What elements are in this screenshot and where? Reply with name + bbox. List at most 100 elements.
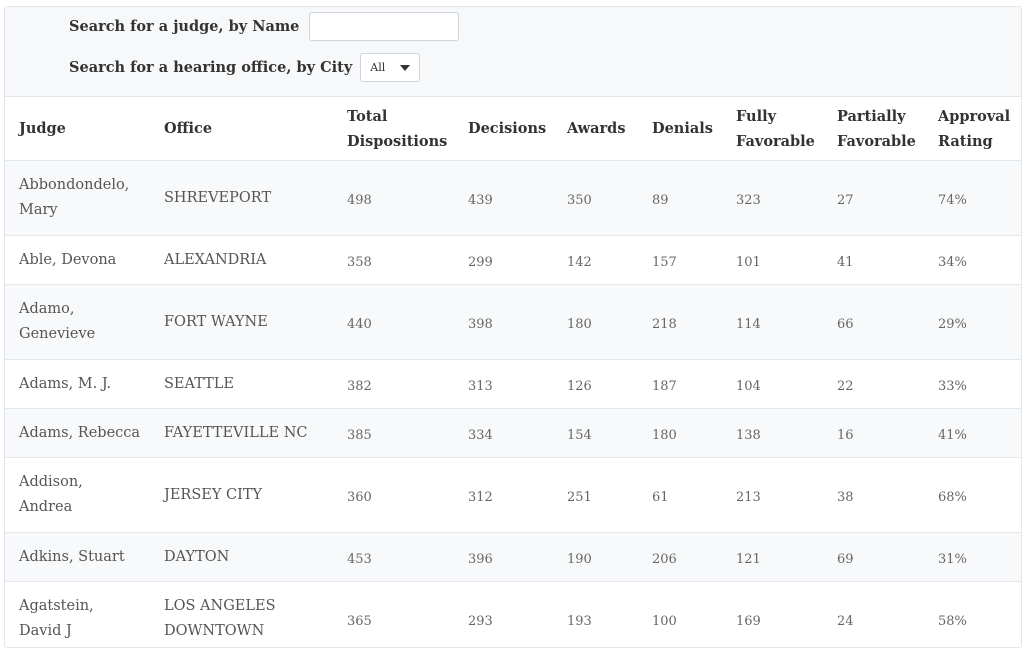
cell-fully-favorable: 104 bbox=[722, 360, 823, 409]
cell-denials: 180 bbox=[638, 409, 722, 458]
table-row: Adkins, Stuart DAYTON 453 396 190 206 12… bbox=[5, 533, 1021, 582]
judge-name-search-input[interactable] bbox=[309, 12, 459, 41]
name-search-row: Search for a judge, by Name bbox=[69, 12, 459, 41]
table-row: Adams, M. J. SEATTLE 382 313 126 187 104… bbox=[5, 360, 1021, 409]
cell-total-dispositions: 385 bbox=[333, 409, 454, 458]
cell-office: SHREVEPORT bbox=[150, 161, 333, 236]
cell-fully-favorable: 114 bbox=[722, 285, 823, 360]
header-partially-favorable[interactable]: PartiallyFavorable bbox=[823, 97, 924, 161]
table-row: Able, Devona ALEXANDRIA 358 299 142 157 … bbox=[5, 236, 1021, 285]
header-approval-rating[interactable]: ApprovalRating bbox=[924, 97, 1021, 161]
header-office[interactable]: Office bbox=[150, 97, 333, 161]
cell-judge: Agatstein,David J bbox=[5, 582, 150, 648]
cell-denials: 157 bbox=[638, 236, 722, 285]
cell-approval-rating: 68% bbox=[924, 458, 1021, 533]
cell-office: FORT WAYNE bbox=[150, 285, 333, 360]
cell-partially-favorable: 27 bbox=[823, 161, 924, 236]
cell-awards: 126 bbox=[553, 360, 638, 409]
cell-decisions: 439 bbox=[454, 161, 553, 236]
header-fully-favorable[interactable]: FullyFavorable bbox=[722, 97, 823, 161]
cell-total-dispositions: 453 bbox=[333, 533, 454, 582]
name-search-label: Search for a judge, by Name bbox=[69, 18, 299, 35]
cell-awards: 180 bbox=[553, 285, 638, 360]
cell-fully-favorable: 169 bbox=[722, 582, 823, 648]
cell-awards: 193 bbox=[553, 582, 638, 648]
judges-panel: Search for a judge, by Name Search for a… bbox=[4, 6, 1022, 648]
cell-awards: 142 bbox=[553, 236, 638, 285]
cell-denials: 89 bbox=[638, 161, 722, 236]
header-judge[interactable]: Judge bbox=[5, 97, 150, 161]
cell-judge: Able, Devona bbox=[5, 236, 150, 285]
cell-total-dispositions: 358 bbox=[333, 236, 454, 285]
cell-denials: 218 bbox=[638, 285, 722, 360]
cell-fully-favorable: 121 bbox=[722, 533, 823, 582]
city-select-value: All bbox=[370, 61, 385, 74]
cell-approval-rating: 41% bbox=[924, 409, 1021, 458]
cell-awards: 251 bbox=[553, 458, 638, 533]
table-header-row: Judge Office TotalDispositions Decisions… bbox=[5, 97, 1021, 161]
cell-judge: Adams, M. J. bbox=[5, 360, 150, 409]
cell-total-dispositions: 440 bbox=[333, 285, 454, 360]
header-denials[interactable]: Denials bbox=[638, 97, 722, 161]
cell-partially-favorable: 38 bbox=[823, 458, 924, 533]
cell-judge: Adkins, Stuart bbox=[5, 533, 150, 582]
cell-approval-rating: 29% bbox=[924, 285, 1021, 360]
chevron-down-icon bbox=[400, 65, 410, 71]
cell-partially-favorable: 24 bbox=[823, 582, 924, 648]
cell-approval-rating: 33% bbox=[924, 360, 1021, 409]
table-row: Abbondondelo,Mary SHREVEPORT 498 439 350… bbox=[5, 161, 1021, 236]
table-row: Addison,Andrea JERSEY CITY 360 312 251 6… bbox=[5, 458, 1021, 533]
header-total-dispositions[interactable]: TotalDispositions bbox=[333, 97, 454, 161]
cell-office: FAYETTEVILLE NC bbox=[150, 409, 333, 458]
cell-office: LOS ANGELESDOWNTOWN bbox=[150, 582, 333, 648]
header-decisions[interactable]: Decisions bbox=[454, 97, 553, 161]
city-search-row: Search for a hearing office, by City All bbox=[69, 53, 420, 82]
cell-denials: 100 bbox=[638, 582, 722, 648]
cell-office: JERSEY CITY bbox=[150, 458, 333, 533]
cell-approval-rating: 31% bbox=[924, 533, 1021, 582]
search-panel: Search for a judge, by Name Search for a… bbox=[5, 7, 1021, 97]
cell-approval-rating: 74% bbox=[924, 161, 1021, 236]
city-select[interactable]: All bbox=[360, 53, 420, 82]
cell-awards: 154 bbox=[553, 409, 638, 458]
cell-judge: Adamo,Genevieve bbox=[5, 285, 150, 360]
cell-office: SEATTLE bbox=[150, 360, 333, 409]
cell-partially-favorable: 66 bbox=[823, 285, 924, 360]
cell-total-dispositions: 365 bbox=[333, 582, 454, 648]
cell-decisions: 313 bbox=[454, 360, 553, 409]
cell-fully-favorable: 213 bbox=[722, 458, 823, 533]
cell-partially-favorable: 22 bbox=[823, 360, 924, 409]
cell-decisions: 396 bbox=[454, 533, 553, 582]
cell-awards: 190 bbox=[553, 533, 638, 582]
cell-total-dispositions: 382 bbox=[333, 360, 454, 409]
cell-fully-favorable: 101 bbox=[722, 236, 823, 285]
cell-decisions: 312 bbox=[454, 458, 553, 533]
cell-denials: 61 bbox=[638, 458, 722, 533]
cell-approval-rating: 34% bbox=[924, 236, 1021, 285]
cell-fully-favorable: 138 bbox=[722, 409, 823, 458]
cell-decisions: 398 bbox=[454, 285, 553, 360]
cell-denials: 206 bbox=[638, 533, 722, 582]
table-row: Adamo,Genevieve FORT WAYNE 440 398 180 2… bbox=[5, 285, 1021, 360]
cell-decisions: 334 bbox=[454, 409, 553, 458]
cell-partially-favorable: 16 bbox=[823, 409, 924, 458]
cell-judge: Abbondondelo,Mary bbox=[5, 161, 150, 236]
table-row: Adams, Rebecca FAYETTEVILLE NC 385 334 1… bbox=[5, 409, 1021, 458]
cell-partially-favorable: 41 bbox=[823, 236, 924, 285]
cell-partially-favorable: 69 bbox=[823, 533, 924, 582]
header-awards[interactable]: Awards bbox=[553, 97, 638, 161]
cell-judge: Adams, Rebecca bbox=[5, 409, 150, 458]
table-row: Agatstein,David J LOS ANGELESDOWNTOWN 36… bbox=[5, 582, 1021, 648]
cell-judge: Addison,Andrea bbox=[5, 458, 150, 533]
cell-approval-rating: 58% bbox=[924, 582, 1021, 648]
city-search-label: Search for a hearing office, by City bbox=[69, 59, 352, 76]
cell-total-dispositions: 360 bbox=[333, 458, 454, 533]
cell-total-dispositions: 498 bbox=[333, 161, 454, 236]
cell-denials: 187 bbox=[638, 360, 722, 409]
cell-fully-favorable: 323 bbox=[722, 161, 823, 236]
judges-table: Judge Office TotalDispositions Decisions… bbox=[5, 97, 1021, 648]
cell-office: DAYTON bbox=[150, 533, 333, 582]
cell-awards: 350 bbox=[553, 161, 638, 236]
cell-decisions: 299 bbox=[454, 236, 553, 285]
cell-decisions: 293 bbox=[454, 582, 553, 648]
